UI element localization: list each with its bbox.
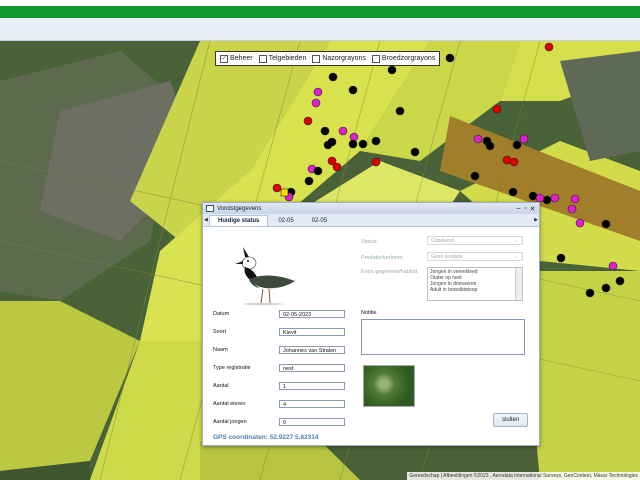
field-label: Datum [213, 311, 230, 317]
dialog-tabs: ◀ Huidige status 02-05 02-05 ▶ [203, 214, 539, 227]
map-marker-black[interactable] [601, 283, 611, 293]
field-input[interactable]: 4 [279, 400, 345, 408]
checkbox-checked[interactable]: ✓ [220, 54, 228, 63]
map-marker-red[interactable] [272, 183, 282, 193]
tab-02-05-a[interactable]: 02-05 [270, 216, 301, 226]
selected-marker[interactable] [280, 188, 289, 197]
map-marker-red[interactable] [371, 157, 381, 167]
map-marker-magenta[interactable] [349, 132, 359, 142]
map-marker-black[interactable] [615, 276, 625, 286]
layer-toggle-broedzorgrayons[interactable]: Broedzorgrayons [371, 54, 435, 63]
map-marker-black[interactable] [320, 126, 330, 136]
dialog-titlebar[interactable]: Vondstgegevens – ▫ ✕ [203, 203, 539, 214]
map-marker-black[interactable] [387, 65, 397, 75]
map-marker-black[interactable] [304, 176, 314, 186]
window-icon [206, 205, 214, 212]
map-marker-black[interactable] [348, 139, 358, 149]
vondstgegevens-dialog: Vondstgegevens – ▫ ✕ ◀ Huidige status 02… [202, 202, 540, 446]
notes-textarea[interactable] [361, 319, 525, 355]
field-input[interactable]: 02-05-2023 [279, 310, 345, 318]
layer-toggle-beheer[interactable]: ✓ Beheer [220, 54, 253, 63]
map-marker-black[interactable] [395, 106, 405, 116]
checkbox[interactable] [258, 54, 267, 63]
map-marker-black[interactable] [470, 171, 480, 181]
map-marker-black[interactable] [485, 141, 495, 151]
chevron-down-icon: ⌄ [513, 254, 519, 260]
map-marker-black[interactable] [585, 288, 595, 298]
layer-toggle-telgebieden[interactable]: Telgebieden [258, 54, 306, 63]
field-input[interactable]: 1 [279, 382, 345, 390]
map-marker-magenta[interactable] [313, 87, 323, 97]
map-marker-magenta[interactable] [519, 134, 529, 144]
field-label: Naam [213, 347, 228, 353]
dialog-title: Vondstgegevens [217, 205, 262, 212]
map-marker-black[interactable] [328, 72, 338, 82]
map-marker-red[interactable] [332, 162, 342, 172]
map-marker-magenta[interactable] [311, 98, 321, 108]
map-marker-black[interactable] [410, 147, 420, 157]
close-icon[interactable]: ✕ [529, 205, 536, 213]
map-marker-black[interactable] [601, 219, 611, 229]
map-marker-magenta[interactable] [608, 261, 618, 271]
app-header-bar [0, 6, 640, 18]
minimize-icon[interactable]: – [515, 205, 522, 212]
notes-label: Notitie [361, 310, 377, 316]
tab-scroll-right-icon[interactable]: ▶ [534, 217, 538, 223]
map-marker-magenta[interactable] [550, 193, 560, 203]
field-input[interactable]: nest [279, 364, 345, 372]
tab-02-05-b[interactable]: 02-05 [304, 216, 335, 226]
checkbox[interactable] [371, 54, 380, 63]
map-marker-magenta[interactable] [535, 193, 545, 203]
predatie-label: Predatie/verloren [361, 255, 403, 261]
field-label: Aantal [213, 383, 229, 389]
map-marker-red[interactable] [492, 104, 502, 114]
nest-photo[interactable] [363, 365, 415, 407]
toolbar [0, 18, 640, 41]
checkbox[interactable] [312, 54, 321, 63]
list-item[interactable]: Adult in broedbiotoop [430, 287, 520, 293]
map-marker-red[interactable] [544, 42, 554, 52]
field-label: Aantal eieren [213, 401, 246, 407]
maximize-icon[interactable]: ▫ [522, 205, 529, 212]
field-label: Aantal jongen [213, 419, 247, 425]
layer-toggle-nazorgrayons[interactable]: Nazorgrayons [312, 54, 366, 63]
map-marker-magenta[interactable] [575, 218, 585, 228]
layer-toggle-bar: ✓ Beheer Telgebieden Nazorgrayons Broedzo… [215, 51, 441, 66]
map-attribution: Gereedschap | Afbeeldingen ©2023 , Aerod… [407, 472, 640, 480]
map-marker-black[interactable] [371, 136, 381, 146]
map-marker-black[interactable] [512, 140, 522, 150]
map-marker-magenta[interactable] [567, 204, 577, 214]
map-marker-black[interactable] [313, 166, 323, 176]
map-marker-magenta[interactable] [338, 126, 348, 136]
status-select[interactable]: Onbekend ⌄ [427, 236, 523, 245]
map-marker-black[interactable] [323, 140, 333, 150]
tab-scroll-left-icon[interactable]: ◀ [204, 217, 208, 223]
map-marker-black[interactable] [348, 85, 358, 95]
chevron-down-icon: ⌄ [513, 238, 519, 244]
map-marker-black[interactable] [358, 139, 368, 149]
map-marker-magenta[interactable] [473, 134, 483, 144]
tab-huidige-status[interactable]: Huidige status [209, 215, 269, 226]
field-label: Type registratie [213, 365, 251, 371]
field-input[interactable]: Kievit [279, 328, 345, 336]
map-marker-black[interactable] [556, 253, 566, 263]
extra-gegevens-listbox[interactable]: Jongen in verenkleed Ouder op nest Jonge… [427, 267, 523, 301]
listbox-scrollbar[interactable] [515, 268, 522, 300]
predatie-select[interactable]: Geen predatie ⌄ [427, 252, 523, 261]
map-marker-red[interactable] [303, 116, 313, 126]
lapwing-bird-image [235, 247, 295, 305]
field-input[interactable]: Johannes van Stralen [279, 346, 345, 354]
gps-coordinates: GPS coordinaten: 52.9227 5.82314 [213, 434, 319, 441]
field-input[interactable]: 0 [279, 418, 345, 426]
map-marker-red[interactable] [509, 157, 519, 167]
field-label: Soort [213, 329, 227, 335]
map-marker-black[interactable] [445, 53, 455, 63]
map-marker-magenta[interactable] [570, 194, 580, 204]
map-marker-black[interactable] [508, 187, 518, 197]
status-label: Status [361, 239, 377, 245]
extra-gegevens-label: Extra gegevens/habitat [361, 269, 418, 275]
close-button[interactable]: sluiten [493, 413, 529, 427]
